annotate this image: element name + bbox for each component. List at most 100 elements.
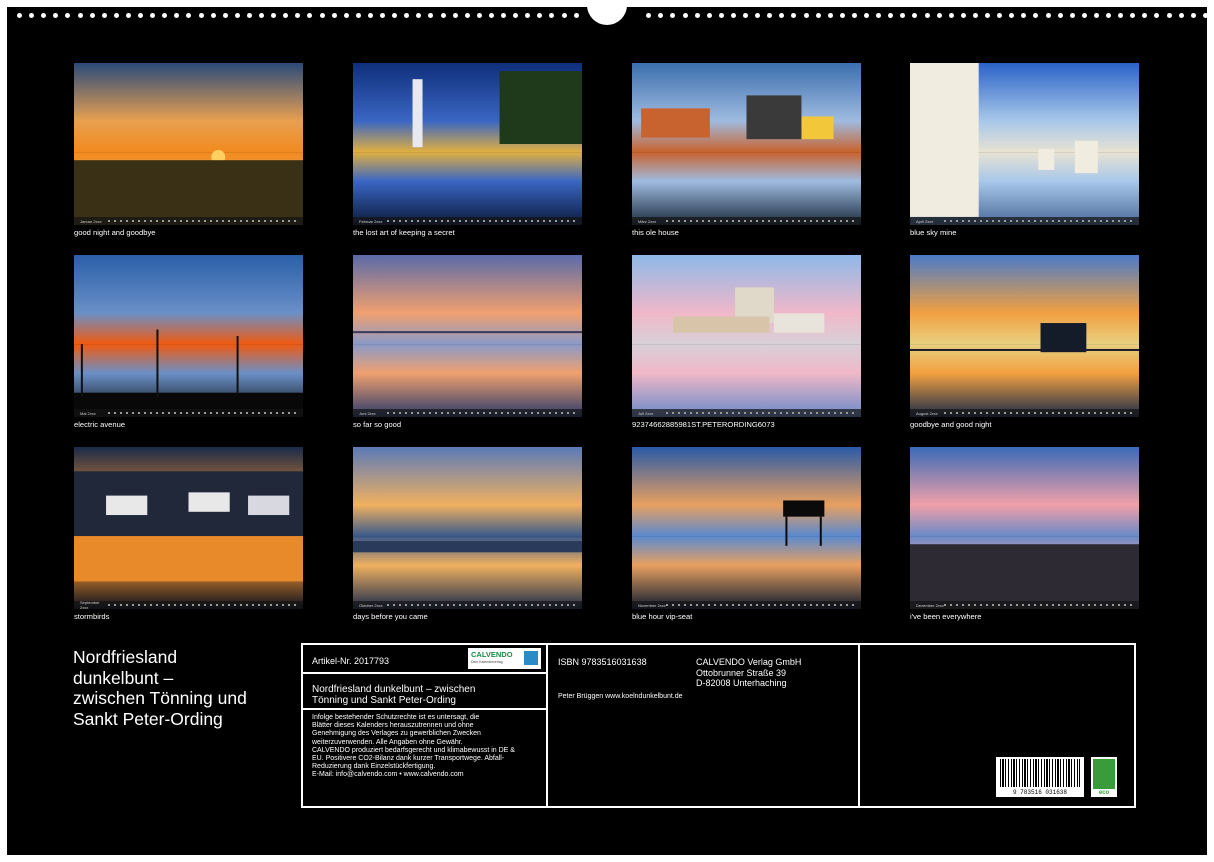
binding-hole <box>259 13 264 18</box>
month-photo: Juni 2xxx <box>353 255 582 417</box>
day-markers <box>108 220 297 222</box>
short-title-line: Tönning und Sankt Peter-Ording <box>312 695 456 706</box>
binding-hole <box>138 13 143 18</box>
binding-hole <box>1045 13 1051 18</box>
binding-hole <box>900 13 906 18</box>
day-markers <box>944 604 1133 606</box>
month-label: Oktober 2xxx <box>359 602 383 608</box>
photo-caption: good night and goodbye <box>74 228 156 237</box>
title-line: Sankt Peter-Ording <box>73 708 223 729</box>
binding-hole <box>501 13 506 18</box>
binding-hole <box>295 13 301 18</box>
day-markers <box>944 220 1133 222</box>
binding-hole <box>367 13 373 18</box>
binding-hole <box>319 13 325 18</box>
binding-hole <box>234 13 240 18</box>
photo-scene <box>910 63 1139 225</box>
photo-caption: goodbye and good night <box>910 420 992 429</box>
calendar-date-strip: Juni 2xxx <box>353 409 582 417</box>
photo-caption: so far so good <box>353 420 402 429</box>
binding-hole <box>77 13 83 18</box>
month-label: Januar 2xxx <box>80 218 102 224</box>
binding-hole <box>694 13 700 18</box>
day-markers <box>387 604 576 606</box>
binding-hole <box>246 13 252 18</box>
logo-subtitle: Dein Kalenderverlag <box>471 660 503 664</box>
legal-line: Infolge bestehender Schutzrechte ist es … <box>312 714 480 721</box>
photo-scene <box>910 447 1139 609</box>
binding-hole <box>827 13 833 18</box>
binding-hole <box>1093 13 1099 18</box>
binding-hole <box>89 13 95 18</box>
day-markers <box>666 412 855 414</box>
day-markers <box>387 220 576 222</box>
binding-hole <box>718 13 724 18</box>
binding-hole <box>888 13 894 18</box>
title-line: zwischen Tönning und <box>73 688 247 708</box>
binding-hole <box>17 13 22 18</box>
binding-hole <box>331 13 337 18</box>
binding-hole <box>392 13 398 18</box>
binding-hole <box>1202 13 1207 18</box>
binding-hole <box>791 13 797 18</box>
photo-caption: i've been everywhere <box>910 612 982 621</box>
photo-scene <box>632 447 861 609</box>
binding-hole <box>307 13 313 18</box>
binding-hole <box>670 13 676 18</box>
binding-hole <box>1118 13 1124 18</box>
binding-hole <box>1081 13 1087 18</box>
binding-hole <box>1021 13 1027 18</box>
photo-caption: 92374662885981ST.PETERORDING6073 <box>632 420 775 429</box>
binding-hole <box>972 13 978 18</box>
binding-hole <box>452 13 458 18</box>
publisher-line: Ottobrunner Straße 39 <box>696 667 787 678</box>
binding-hole <box>997 13 1003 18</box>
binding-hole <box>53 13 59 18</box>
binding-hole <box>174 13 180 18</box>
binding-hole <box>1106 13 1111 18</box>
logo-mark-icon <box>524 651 538 665</box>
month-label: September 2xxx <box>80 600 100 609</box>
photo-scene <box>74 63 303 225</box>
binding-hole <box>876 13 882 18</box>
photo-scene <box>353 63 582 225</box>
photo-caption: stormbirds <box>74 612 110 621</box>
month-photo: Januar 2xxx <box>74 63 303 225</box>
binding-hole <box>1166 13 1172 18</box>
photo-caption: electric avenue <box>74 420 126 429</box>
barcode-bars <box>1000 759 1080 787</box>
calendar-date-strip: Februar 2xxx <box>353 217 582 225</box>
binding-hole <box>380 13 385 18</box>
binding-hole <box>549 13 555 18</box>
binding-hole <box>948 13 954 18</box>
binding-hole <box>924 13 930 18</box>
author-credit: Peter Brüggen www.koelndunkelbunt.de <box>558 693 683 700</box>
photo-caption: the lost art of keeping a secret <box>353 228 455 237</box>
month-photo: Mai 2xxx <box>74 255 303 417</box>
title-line: Nordfriesland <box>73 647 178 667</box>
photo-caption: blue hour vip-seat <box>632 612 693 621</box>
binding-hole <box>222 13 228 18</box>
legal-line: Blätter dieses Kalenders herauszutrennen… <box>312 722 474 730</box>
photo-scene <box>74 447 303 609</box>
binding-hole <box>1009 13 1015 18</box>
eco-label: eco <box>1098 790 1110 796</box>
binding-hole <box>839 13 845 18</box>
month-label: April 2xxx <box>916 218 934 224</box>
isbn-barcode: 9 783516 031638 <box>996 757 1084 797</box>
calendar-date-strip: September 2xxx <box>74 600 303 609</box>
legal-line: CALVENDO produziert bedarfsgerecht und k… <box>312 746 515 754</box>
divider <box>303 708 546 710</box>
day-markers <box>108 604 297 606</box>
binding-hole <box>488 13 494 18</box>
calendar-title: Nordfriesland dunkelbunt – zwischen Tönn… <box>73 647 303 729</box>
binding-hole <box>1069 13 1075 18</box>
binding-hole <box>416 13 422 18</box>
binding-hole <box>210 13 216 18</box>
binding-hole <box>573 13 579 18</box>
calendar-date-strip: Mai 2xxx <box>74 409 303 417</box>
title-line: dunkelbunt – <box>73 667 174 688</box>
binding-hole <box>1057 13 1063 18</box>
month-label: Dezember 2xxx <box>916 602 944 608</box>
binding-hole <box>404 13 410 18</box>
